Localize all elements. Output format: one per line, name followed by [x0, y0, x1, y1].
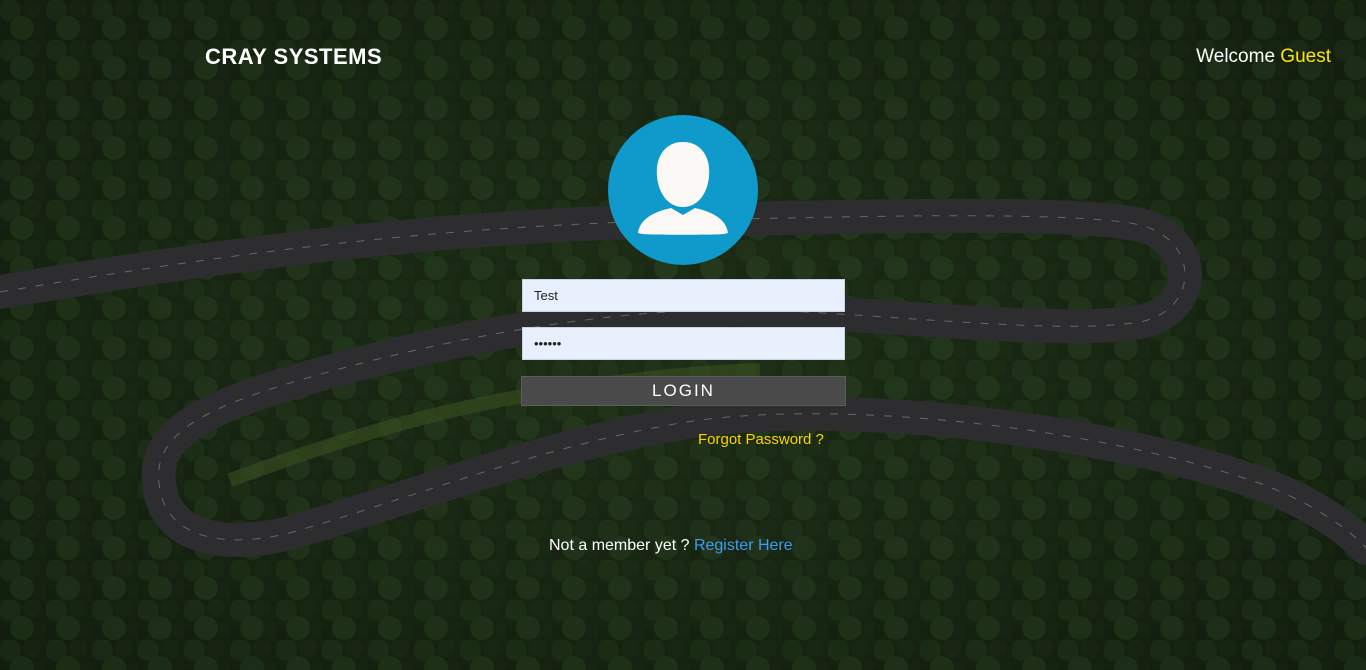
login-page: CRAY SYSTEMS Welcome Guest LOGIN Forgot …	[0, 0, 1366, 670]
brand-title: CRAY SYSTEMS	[205, 44, 383, 69]
username-input[interactable]	[522, 279, 845, 312]
user-silhouette-icon	[638, 142, 728, 235]
register-prompt-text: Not a member yet ?	[549, 537, 690, 554]
password-input[interactable]	[522, 327, 845, 360]
welcome-message: Welcome Guest	[1196, 46, 1331, 68]
welcome-label: Welcome	[1196, 46, 1276, 67]
register-link[interactable]: Register Here	[694, 537, 793, 554]
login-button[interactable]: LOGIN	[521, 376, 846, 406]
user-avatar	[608, 115, 758, 265]
register-prompt: Not a member yet ? Register Here	[549, 537, 793, 555]
user-name: Guest	[1280, 46, 1331, 67]
forgot-password-link[interactable]: Forgot Password ?	[698, 431, 824, 448]
